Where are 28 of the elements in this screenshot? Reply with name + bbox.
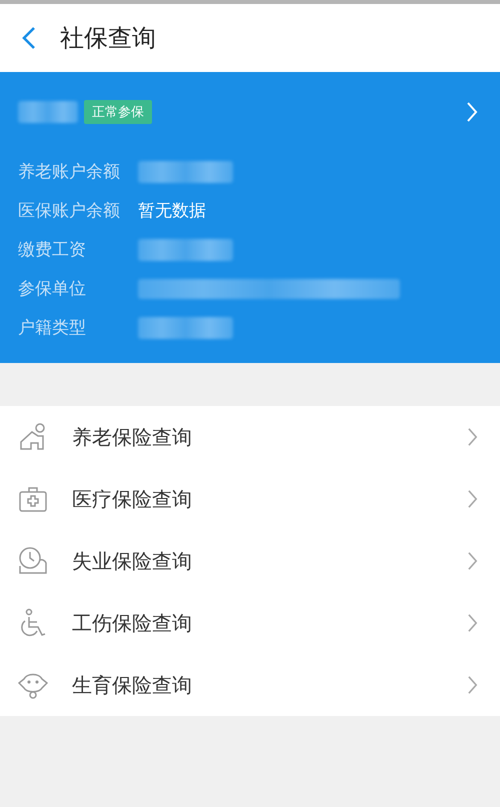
field-label: 缴费工资 [18,239,87,261]
menu-label: 工伤保险查询 [72,610,192,636]
field-label: 参保单位 [18,278,87,300]
chevron-right-icon [467,551,478,571]
chevron-right-icon [467,427,478,447]
menu-item[interactable]: 医疗保险查询 [0,468,500,530]
chevron-right-icon[interactable] [466,101,478,123]
field-label: 户籍类型 [18,317,87,339]
menu-item[interactable]: 失业保险查询 [0,530,500,592]
menu-label: 失业保险查询 [72,548,192,574]
clock-icon [18,546,48,576]
menu-item[interactable]: 工伤保险查询 [0,592,500,654]
menu-item[interactable]: 养老保险查询 [0,406,500,468]
chevron-right-icon [467,489,478,509]
field-label: 医保账户余额 [18,200,121,222]
menu-label: 医疗保险查询 [72,486,192,512]
chevron-right-icon [467,675,478,695]
chevron-right-icon [467,613,478,633]
field-label: 养老账户余额 [18,161,121,183]
field-value: 暂无数据 [138,200,206,222]
page-title: 社保查询 [60,23,156,54]
blurred-name [18,101,78,123]
status-badge: 正常参保 [84,100,152,124]
menu-label: 生育保险查询 [72,672,192,698]
wheelchair-icon [18,608,48,638]
menu-label: 养老保险查询 [72,424,192,450]
back-icon[interactable] [22,26,36,50]
menu-item[interactable]: 生育保险查询 [0,654,500,716]
